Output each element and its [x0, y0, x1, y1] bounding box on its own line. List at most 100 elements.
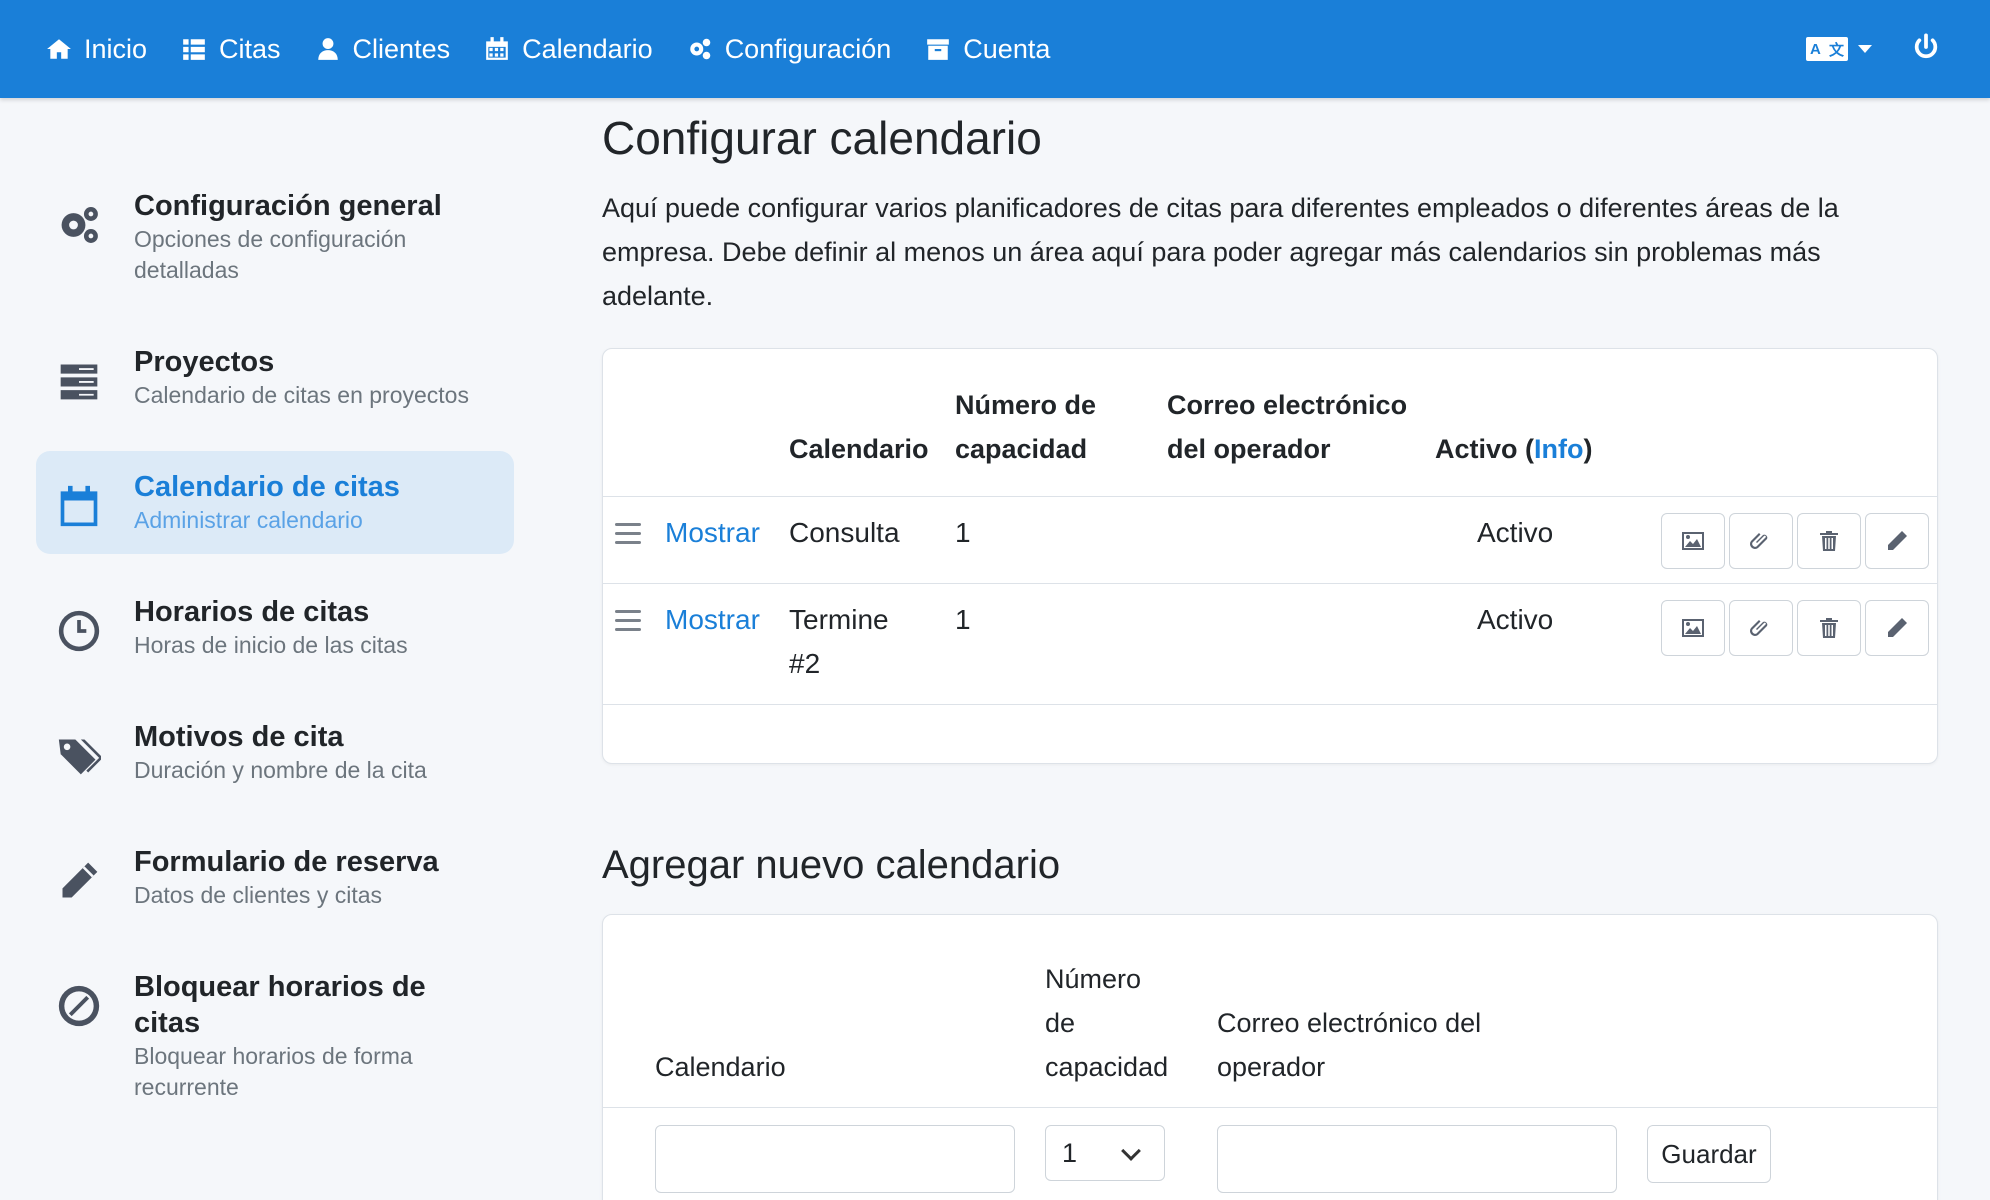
pencil-icon	[62, 862, 98, 898]
edit-button[interactable]	[1865, 513, 1929, 569]
page-intro: Aquí puede configurar varios planificado…	[602, 193, 1839, 311]
sidebar-item-title: Horarios de citas	[134, 596, 370, 628]
top-navbar: Inicio Citas Clientes Calendario Configu…	[0, 0, 1990, 98]
sidebar-item-calendars[interactable]: Calendario de citas Administrar calendar…	[36, 451, 514, 554]
image-icon	[1682, 619, 1704, 637]
nav-label: Inicio	[84, 33, 148, 64]
nav-configuracion[interactable]: Configuración	[687, 33, 892, 65]
delete-button[interactable]	[1797, 600, 1861, 656]
gears-icon	[61, 207, 98, 243]
sidebar-item-title: Proyectos	[134, 346, 275, 378]
gears-icon	[689, 38, 710, 60]
capacity-select[interactable]: 1	[1045, 1125, 1165, 1181]
sidebar-item-block-times[interactable]: Bloquear horarios de citas Bloquear hora…	[36, 951, 514, 1121]
form-divider	[603, 1107, 1937, 1108]
sidebar-item-schedules[interactable]: Horarios de citas Horas de inicio de las…	[36, 576, 514, 679]
image-icon	[1682, 532, 1704, 550]
settings-sidebar: Configuración general Opciones de config…	[36, 170, 514, 1143]
pencil-icon	[1888, 531, 1907, 550]
column-header-active: Activo (Info)	[1435, 434, 1593, 464]
table-row: Mostrar Consulta 1 Activo	[603, 497, 1937, 584]
translate-icon: A 文	[1806, 37, 1848, 61]
form-label-calendar: Calendario	[655, 1052, 786, 1082]
sidebar-item-subtitle: Horas de inicio de las citas	[134, 632, 408, 658]
chevron-down-icon	[1121, 1141, 1141, 1161]
calendar-active-status: Activo	[1477, 604, 1554, 635]
column-header-email: Correo electrónico del operador	[1167, 390, 1408, 464]
sidebar-item-general[interactable]: Configuración general Opciones de config…	[36, 170, 514, 304]
nav-inicio[interactable]: Inicio	[46, 34, 147, 65]
sidebar-item-title: Formulario de reserva	[134, 846, 439, 878]
show-link[interactable]: Mostrar	[665, 598, 760, 642]
calendar-icon	[60, 485, 98, 527]
nav-clientes[interactable]: Clientes	[315, 33, 451, 65]
sidebar-item-subtitle: Opciones de configuración detalladas	[134, 226, 407, 283]
sidebar-item-reasons[interactable]: Motivos de cita Duración y nombre de la …	[36, 701, 514, 804]
image-button[interactable]	[1661, 600, 1725, 656]
caret-down-icon	[1858, 45, 1872, 53]
pencil-icon	[1888, 618, 1907, 637]
calendar-name: Termine #2	[789, 604, 889, 679]
power-icon	[1914, 32, 1938, 58]
home-icon	[47, 39, 71, 59]
column-header-capacity: Número de capacidad	[955, 390, 1097, 464]
delete-button[interactable]	[1797, 513, 1861, 569]
image-button[interactable]	[1661, 513, 1725, 569]
drag-handle-icon[interactable]	[615, 523, 641, 550]
tags-icon	[58, 739, 101, 775]
sidebar-item-projects[interactable]: Proyectos Calendario de citas en proyect…	[36, 326, 514, 429]
form-label-email: Correo electrónico del operador	[1217, 1008, 1482, 1082]
sidebar-item-subtitle: Calendario de citas en proyectos	[134, 382, 469, 408]
attach-button[interactable]	[1729, 600, 1793, 656]
calendars-table: Calendario Número de capacidad Correo el…	[602, 348, 1938, 764]
drag-handle-icon[interactable]	[615, 610, 641, 637]
show-link[interactable]: Mostrar	[665, 511, 760, 555]
edit-button[interactable]	[1865, 600, 1929, 656]
row-actions	[1661, 600, 1933, 656]
trash-icon	[1820, 531, 1838, 551]
nav-citas[interactable]: Citas	[181, 34, 281, 65]
nav-label: Clientes	[352, 33, 451, 64]
sidebar-item-title: Configuración general	[134, 190, 442, 222]
sidebar-item-subtitle: Duración y nombre de la cita	[134, 757, 427, 783]
clock-icon	[58, 610, 100, 652]
form-label-capacity: Número de capacidad	[1045, 964, 1169, 1082]
column-header-calendar: Calendario	[789, 434, 929, 464]
main-content: Configurar calendario Aquí puede configu…	[602, 108, 1938, 1200]
nav-label: Calendario	[522, 33, 653, 64]
attach-button[interactable]	[1729, 513, 1793, 569]
calendar-active-status: Activo	[1477, 517, 1554, 548]
sidebar-item-subtitle: Bloquear horarios de forma recurrente	[134, 1043, 413, 1100]
add-calendar-form: Calendario Número de capacidad Correo el…	[602, 914, 1938, 1200]
calendar-name-input[interactable]	[655, 1125, 1015, 1193]
nav-cuenta[interactable]: Cuenta	[925, 34, 1050, 65]
calendar-name: Consulta	[789, 517, 900, 548]
table-header: Calendario Número de capacidad Correo el…	[603, 349, 1937, 497]
logout-button[interactable]	[1912, 32, 1940, 66]
list-icon	[183, 39, 205, 60]
save-button[interactable]: Guardar	[1647, 1125, 1771, 1183]
info-link[interactable]: Info	[1534, 434, 1583, 464]
nav-label: Configuración	[724, 33, 892, 64]
calendar-capacity: 1	[955, 517, 971, 548]
sidebar-item-booking-form[interactable]: Formulario de reserva Datos de clientes …	[36, 826, 514, 929]
server-icon	[60, 364, 98, 400]
sidebar-item-title: Motivos de cita	[134, 721, 344, 753]
nav-label: Citas	[219, 33, 281, 64]
row-actions	[1661, 513, 1933, 569]
paperclip-icon	[1750, 533, 1768, 549]
nav-label: Cuenta	[963, 33, 1051, 64]
table-row: Mostrar Termine #2 1 Activo	[603, 584, 1937, 705]
calendar-icon	[486, 37, 508, 60]
operator-email-input[interactable]	[1217, 1125, 1617, 1193]
page-title: Configurar calendario	[602, 112, 1042, 164]
add-calendar-title: Agregar nuevo calendario	[602, 843, 1061, 887]
sidebar-item-title: Bloquear horarios de citas	[134, 971, 426, 1039]
sidebar-item-subtitle: Datos de clientes y citas	[134, 882, 383, 908]
trash-icon	[1820, 618, 1838, 638]
nav-calendario[interactable]: Calendario	[484, 34, 653, 65]
user-icon	[317, 38, 338, 60]
paperclip-icon	[1750, 620, 1768, 636]
language-dropdown[interactable]: A 文	[1806, 37, 1872, 61]
sidebar-item-subtitle: Administrar calendario	[134, 507, 363, 533]
